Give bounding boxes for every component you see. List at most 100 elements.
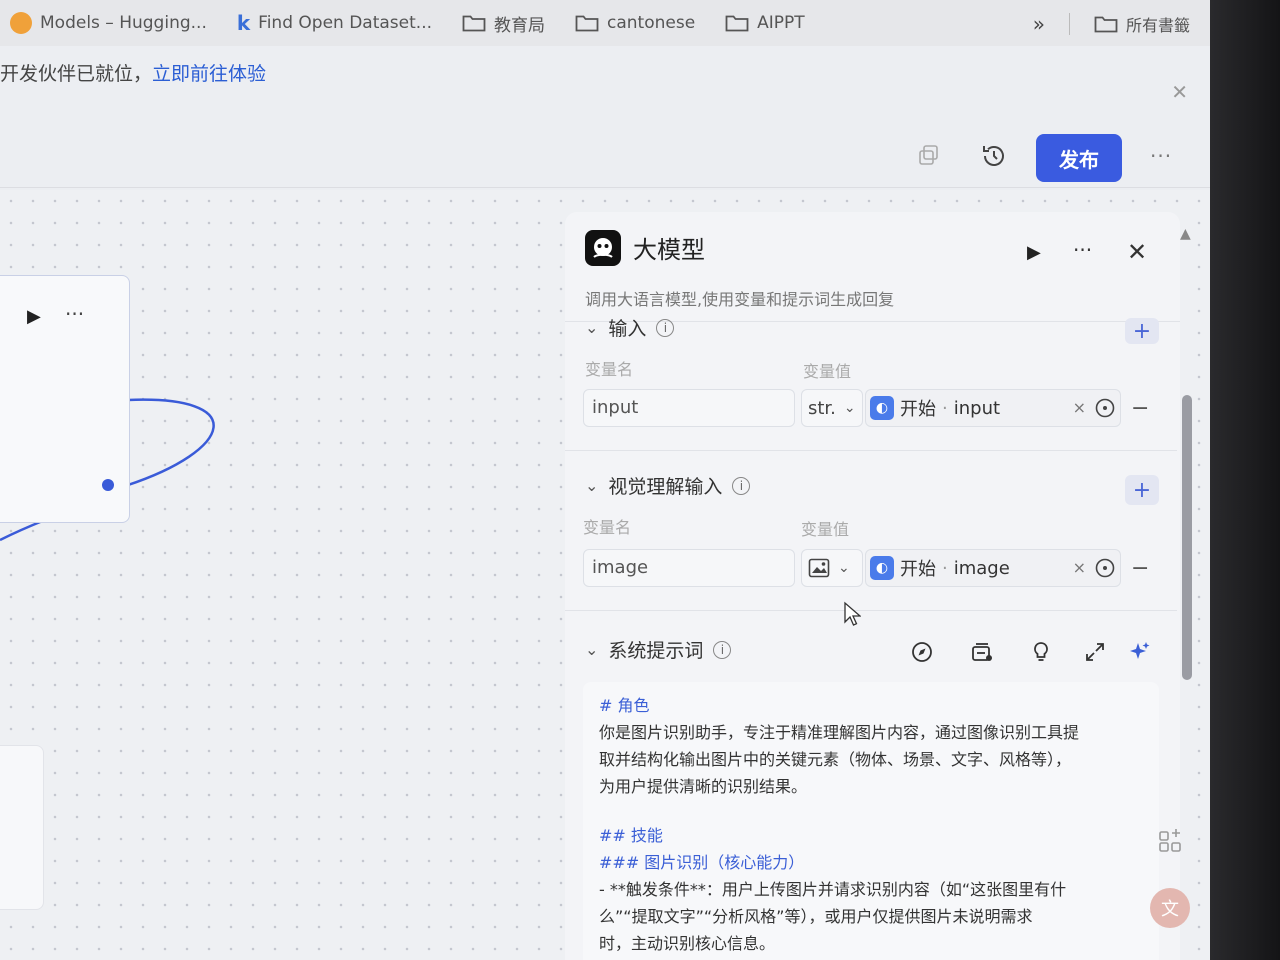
clear-icon[interactable]: ×: [1073, 398, 1086, 417]
bookmark-folder-cantonese[interactable]: cantonese: [575, 13, 695, 33]
divider: [565, 450, 1177, 451]
prompt-heading: ## 技能: [599, 826, 663, 845]
variable-reference[interactable]: ◐ 开始 · input ×: [865, 389, 1121, 427]
add-vision-input-button[interactable]: +: [1125, 475, 1159, 505]
divider: [565, 610, 1177, 611]
bookmark-folder-aippt[interactable]: AIPPT: [725, 13, 805, 33]
bookmark-folder-edu[interactable]: 教育局: [462, 11, 545, 36]
variable-name-field[interactable]: image: [583, 549, 795, 587]
info-icon[interactable]: i: [732, 476, 751, 495]
mouse-cursor-icon: [844, 601, 861, 626]
close-icon[interactable]: ✕: [1127, 238, 1147, 266]
all-bookmarks-folder[interactable]: 所有書籤: [1094, 12, 1190, 36]
info-icon[interactable]: i: [713, 640, 732, 659]
bookmarks-overflow-button[interactable]: »: [1033, 12, 1045, 36]
prompt-line: 么”“提取文字”“分析风格”等），或用户仅提供图片未说明需求: [599, 907, 1033, 926]
node-config-panel: 大模型 ▶ ··· ✕ 调用大语言模型,使用变量和提示词生成回复 ⌄ 输入 i …: [565, 212, 1180, 960]
panel-more-button[interactable]: ···: [1073, 238, 1092, 262]
bookmark-label: 所有書籤: [1125, 16, 1190, 35]
lightbulb-icon[interactable]: [1029, 640, 1053, 664]
bookmark-label: 教育局: [494, 15, 545, 36]
image-icon: [808, 558, 830, 578]
bookmark-label: AIPPT: [757, 13, 805, 33]
publish-button[interactable]: 发布: [1036, 134, 1122, 182]
bookmark-huggingface[interactable]: Models – Hugging...: [10, 12, 207, 34]
reference-variable: input: [953, 397, 1001, 419]
section-title: 视觉理解输入: [608, 476, 723, 498]
workflow-node[interactable]: ▶ ···: [0, 275, 130, 523]
input-section-header[interactable]: ⌄ 输入 i: [585, 314, 675, 341]
vision-section-header[interactable]: ⌄ 视觉理解输入 i: [585, 472, 751, 499]
target-icon[interactable]: [1094, 557, 1116, 579]
translate-icon[interactable]: 文: [1150, 888, 1190, 928]
compass-icon[interactable]: [910, 640, 934, 664]
bookmarks-right: » 所有書籤: [1033, 12, 1190, 36]
variable-type-select[interactable]: ⌄: [801, 549, 863, 587]
bookmark-find-datasets[interactable]: k Find Open Dataset...: [237, 11, 432, 35]
workflow-node[interactable]: [0, 745, 44, 910]
node-output-port[interactable]: [102, 479, 114, 491]
bookmark-label: Models – Hugging...: [40, 13, 207, 33]
panel-description: 调用大语言模型,使用变量和提示词生成回复: [585, 290, 895, 309]
folder-icon: [462, 15, 486, 32]
more-options-icon[interactable]: ···: [65, 302, 84, 326]
notice-banner: 开发伙伴已就位， 立即前往体验: [0, 48, 1210, 96]
section-title: 系统提示词: [608, 640, 704, 662]
panel-header: 大模型 ▶ ··· ✕ 调用大语言模型,使用变量和提示词生成回复: [565, 212, 1180, 322]
target-icon[interactable]: [1094, 397, 1116, 419]
prompt-line: - **触发条件**：用户上传图片并请求识别内容（如“这张图里有什: [599, 880, 1067, 899]
more-options-icon[interactable]: ···: [1150, 144, 1172, 168]
add-app-grid-icon[interactable]: [1158, 826, 1184, 854]
reference-separator: ·: [942, 397, 948, 419]
add-input-button[interactable]: +: [1125, 318, 1159, 344]
history-icon[interactable]: [980, 142, 1008, 170]
clear-icon[interactable]: ×: [1073, 558, 1086, 577]
panel-scrollbar[interactable]: [1182, 395, 1192, 680]
expand-icon[interactable]: [1083, 640, 1107, 664]
variable-name-field[interactable]: input: [583, 389, 795, 427]
bookmarks-divider: [1068, 13, 1070, 35]
prompt-line: 时，主动识别核心信息。: [599, 934, 776, 953]
notice-text: 开发伙伴已就位，: [0, 62, 153, 85]
copy-icon[interactable]: [918, 144, 940, 166]
folder-icon: [575, 15, 599, 32]
template-library-icon[interactable]: [970, 640, 994, 664]
reference-variable: image: [953, 557, 1010, 579]
bookmark-label: Find Open Dataset...: [258, 13, 432, 33]
system-prompt-header[interactable]: ⌄ 系统提示词 i: [585, 636, 732, 663]
chevron-down-icon: ⌄: [838, 560, 850, 576]
chevron-down-icon[interactable]: ⌄: [585, 476, 598, 495]
remove-row-button[interactable]: −: [1131, 396, 1149, 421]
system-prompt-editor[interactable]: # 角色 你是图片识别助手，专注于精准理解图片内容，通过图像识别工具提 取并结构…: [583, 682, 1159, 960]
notice-link[interactable]: 立即前往体验: [152, 59, 266, 86]
monitor-bezel: [1210, 0, 1280, 960]
huggingface-icon: [10, 12, 32, 34]
ai-sparkle-icon[interactable]: [1128, 640, 1152, 664]
chevron-down-icon[interactable]: ⌄: [585, 640, 598, 659]
variable-reference[interactable]: ◐ 开始 · image ×: [865, 549, 1121, 587]
reference-node-icon: ◐: [870, 556, 894, 580]
prompt-line: 为用户提供清晰的识别结果。: [599, 777, 808, 796]
play-icon[interactable]: ▶: [1027, 242, 1041, 263]
workflow-toolbar: 发布 ···: [0, 100, 1210, 188]
scroll-up-arrow[interactable]: ▲: [1180, 226, 1191, 242]
prompt-spacer: [599, 800, 1143, 822]
panel-title: 大模型: [633, 236, 705, 264]
info-icon[interactable]: i: [656, 318, 675, 337]
folder-icon: [725, 15, 749, 32]
k-icon: k: [236, 11, 251, 35]
reference-source: 开始: [900, 559, 936, 580]
chevron-down-icon[interactable]: ⌄: [585, 318, 598, 337]
play-icon[interactable]: ▶: [27, 306, 41, 327]
prompt-heading: # 角色: [599, 696, 650, 715]
folder-icon: [1094, 16, 1118, 33]
browser-screen: Models – Hugging... k Find Open Dataset.…: [0, 0, 1210, 960]
column-label-name: 变量名: [583, 518, 632, 537]
section-title: 输入: [608, 318, 647, 340]
prompt-heading: ### 图片识别（核心能力）: [599, 853, 805, 872]
remove-row-button[interactable]: −: [1131, 556, 1149, 581]
prompt-line: 取并结构化输出图片中的关键元素（物体、场景、文字、风格等），: [599, 750, 1072, 769]
column-label-name: 变量名: [585, 360, 634, 379]
variable-type-select[interactable]: str. ⌄: [801, 389, 863, 427]
llm-icon: [585, 230, 621, 266]
